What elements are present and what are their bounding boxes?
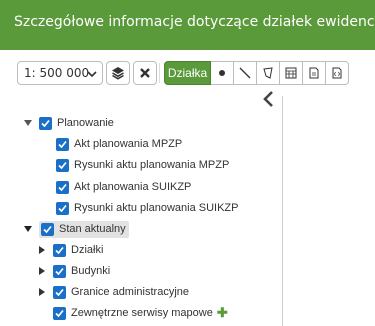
tree-node-granice[interactable]: Granice administracyjne: [36, 282, 189, 302]
toolbar: 1: 500 000 Działka: [0, 50, 375, 96]
checkbox-checked[interactable]: [53, 306, 66, 320]
collapsed-triangle-icon[interactable]: [36, 244, 48, 256]
scale-select[interactable]: 1: 500 000: [17, 61, 103, 85]
tree-label: Rysunki aktu planowania SUIKZP: [74, 202, 239, 214]
checkbox-checked[interactable]: [56, 201, 69, 215]
collapsed-triangle-icon[interactable]: [36, 286, 48, 298]
table-icon: [285, 67, 297, 79]
tree-label: Planowanie: [57, 117, 114, 129]
line-icon: [239, 67, 251, 79]
selected-node-highlight: Stan aktualny: [39, 220, 129, 238]
tree-label: Rysunki aktu planowania MPZP: [74, 159, 230, 171]
point-icon: [219, 70, 225, 76]
chevron-down-icon: [87, 71, 97, 78]
checkbox-checked[interactable]: [56, 158, 69, 172]
tree-node-akt-suikzp[interactable]: Akt planowania SUIKZP: [56, 177, 191, 197]
clear-button[interactable]: [133, 61, 157, 85]
layer-tree-panel: Planowanie Akt planowania MPZP Rysunki a…: [0, 91, 375, 326]
polygon-icon: [263, 67, 273, 79]
tree-label: Akt planowania SUIKZP: [74, 181, 192, 193]
tree-label: Zewnętrzne serwisy mapowe: [71, 307, 213, 319]
collapsed-triangle-icon[interactable]: [36, 265, 48, 277]
panel-divider: [282, 96, 283, 326]
tree-label: Akt planowania MPZP: [74, 138, 183, 150]
selection-mode-group: Działka: [164, 61, 349, 85]
mode-parcel-button[interactable]: Działka: [164, 61, 211, 85]
tree-node-budynki[interactable]: Budynki: [36, 261, 110, 281]
mode-polygon-button[interactable]: [257, 61, 280, 85]
tree-node-rysunki-suikzp[interactable]: Rysunki aktu planowania SUIKZP: [56, 198, 238, 218]
export-icon: [332, 67, 342, 79]
checkbox-checked[interactable]: [41, 222, 54, 236]
mode-point-button[interactable]: [211, 61, 234, 85]
clear-icon: [140, 68, 150, 78]
tree-label: Stan aktualny: [59, 223, 126, 235]
tree-node-zewnetrzne[interactable]: Zewnętrzne serwisy mapowe ✚: [53, 303, 228, 323]
checkbox-checked[interactable]: [56, 137, 69, 151]
checkbox-checked[interactable]: [39, 116, 52, 130]
checkbox-checked[interactable]: [53, 243, 66, 257]
scale-value: 1: 500 000: [24, 66, 90, 80]
expanded-triangle-icon[interactable]: [22, 117, 34, 129]
report-button[interactable]: [303, 61, 326, 85]
tree-node-planowanie[interactable]: Planowanie: [22, 113, 114, 133]
tree-node-akt-mpzp[interactable]: Akt planowania MPZP: [56, 134, 182, 154]
tree-node-rysunki-mpzp[interactable]: Rysunki aktu planowania MPZP: [56, 155, 229, 175]
add-service-icon[interactable]: ✚: [217, 305, 228, 321]
layers-icon: [112, 67, 124, 80]
checkbox-checked[interactable]: [53, 264, 66, 278]
checkbox-checked[interactable]: [53, 285, 66, 299]
tree-label: Granice administracyjne: [71, 286, 189, 298]
expanded-triangle-icon[interactable]: [22, 223, 34, 235]
mode-line-button[interactable]: [234, 61, 257, 85]
export-button[interactable]: [326, 61, 349, 85]
report-icon: [309, 67, 319, 79]
tree-label: Działki: [71, 244, 104, 256]
app-header: Szczegółowe informacje dotyczące działek…: [0, 0, 375, 50]
tree-node-dzialki[interactable]: Działki: [36, 240, 103, 260]
tree-node-stan-aktualny[interactable]: Stan aktualny: [22, 219, 129, 239]
collapse-panel-icon[interactable]: [262, 90, 276, 108]
toolbar-separator: [159, 63, 160, 83]
table-button[interactable]: [280, 61, 303, 85]
tree-label: Budynki: [71, 265, 111, 277]
layers-button[interactable]: [106, 61, 130, 85]
header-title: Szczegółowe informacje dotyczące działek…: [14, 14, 375, 30]
checkbox-checked[interactable]: [56, 180, 69, 194]
